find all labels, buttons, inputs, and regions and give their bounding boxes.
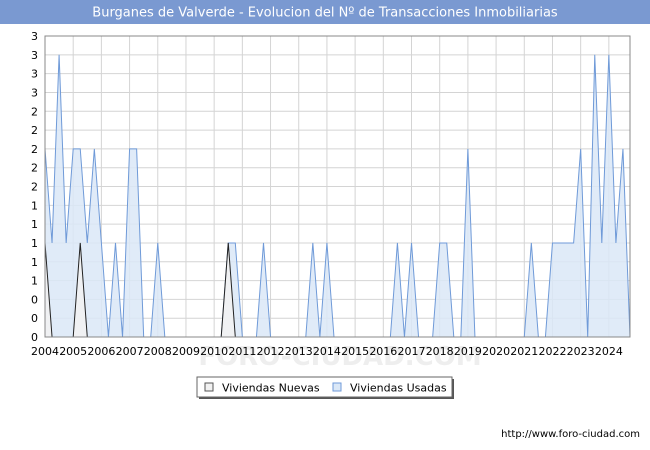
x-tick-label: 2018 — [426, 345, 454, 358]
y-tick-label: 1 — [31, 218, 38, 231]
y-tick-label: 2 — [31, 124, 38, 137]
footer-url[interactable]: http://www.foro-ciudad.com — [501, 429, 640, 440]
y-tick-label: 2 — [31, 105, 38, 118]
y-tick-label: 2 — [31, 181, 38, 194]
legend-swatch-0 — [204, 382, 214, 392]
legend: Viviendas Nuevas Viviendas Usadas — [196, 376, 454, 399]
legend-swatch-1 — [332, 382, 342, 392]
y-tick-label: 0 — [31, 331, 38, 344]
y-tick-label: 2 — [31, 143, 38, 156]
x-tick-label: 2006 — [87, 345, 115, 358]
y-tick-label: 1 — [31, 199, 38, 212]
y-tick-label: 3 — [31, 68, 38, 81]
x-tick-label: 2024 — [595, 345, 623, 358]
x-tick-label: 2007 — [116, 345, 144, 358]
y-tick-label: 1 — [31, 237, 38, 250]
x-tick-label: 2005 — [59, 345, 87, 358]
y-tick-label: 3 — [31, 49, 38, 62]
y-tick-label: 2 — [31, 162, 38, 175]
y-tick-label: 3 — [31, 86, 38, 99]
transactions-chart: Burganes de Valverde - Evolucion del Nº … — [0, 0, 650, 450]
x-tick-label: 2015 — [341, 345, 369, 358]
x-tick-label: 2021 — [510, 345, 538, 358]
x-tick-label: 2011 — [228, 345, 256, 358]
x-tick-label: 2009 — [172, 345, 200, 358]
chart-root: Burganes de Valverde - Evolucion del Nº … — [0, 0, 650, 450]
legend-label-1: Viviendas Usadas — [350, 382, 447, 395]
y-tick-label: 0 — [31, 293, 38, 306]
x-tick-label: 2022 — [538, 345, 566, 358]
x-tick-label: 2020 — [482, 345, 510, 358]
x-tick-label: 2013 — [285, 345, 313, 358]
y-tick-label: 0 — [31, 312, 38, 325]
x-tick-label: 2014 — [313, 345, 341, 358]
legend-label-0: Viviendas Nuevas — [222, 382, 320, 395]
x-tick-label: 2010 — [200, 345, 228, 358]
x-tick-label: 2019 — [454, 345, 482, 358]
x-tick-label: 2016 — [369, 345, 397, 358]
x-tick-label: 2023 — [567, 345, 595, 358]
y-tick-label: 1 — [31, 256, 38, 269]
x-tick-label: 2008 — [144, 345, 172, 358]
y-tick-label: 1 — [31, 275, 38, 288]
x-tick-label: 2012 — [257, 345, 285, 358]
y-tick-label: 3 — [31, 30, 38, 43]
x-tick-label: 2004 — [31, 345, 59, 358]
chart-title: Burganes de Valverde - Evolucion del Nº … — [92, 6, 558, 21]
plot-area: 0 0 0 1 1 1 1 1 2 2 2 2 2 3 3 3 3 2004 2005 2006 2007 2008 200… — [31, 30, 631, 358]
x-tick-label: 2017 — [398, 345, 426, 358]
